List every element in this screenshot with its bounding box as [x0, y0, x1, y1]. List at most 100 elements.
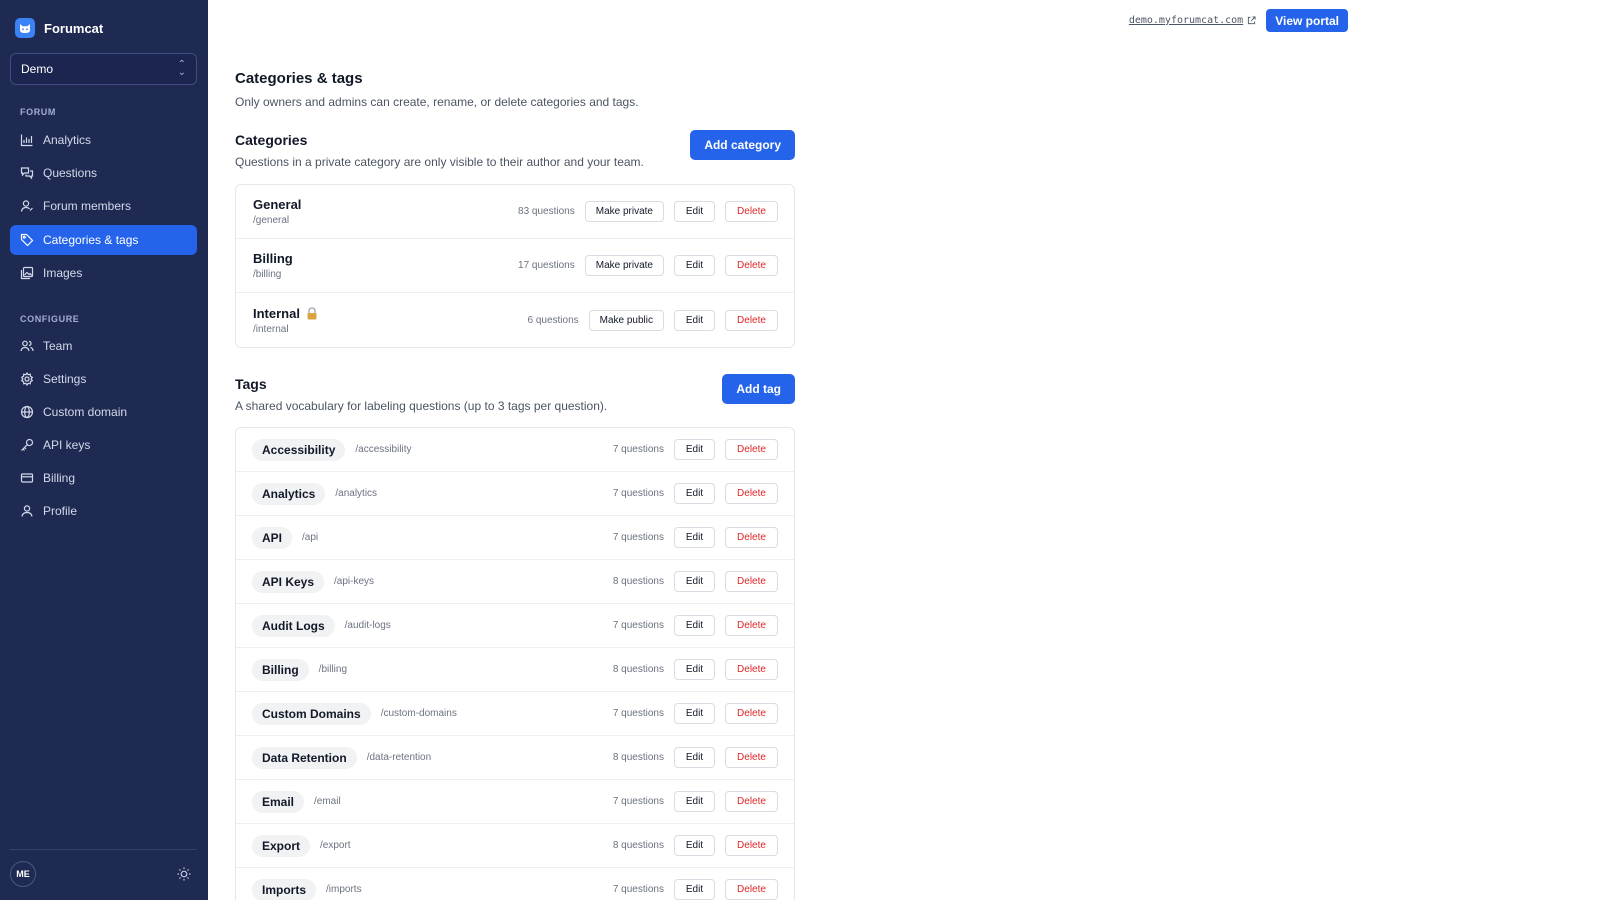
workspace-select[interactable]: Demo ⌃ ⌄ [10, 53, 197, 85]
sidebar-item-label: Settings [43, 372, 87, 386]
delete-button[interactable]: Delete [725, 201, 778, 222]
tag-slug: /api-keys [334, 576, 375, 587]
tag-name: Custom Domains [252, 702, 371, 725]
edit-button[interactable]: Edit [674, 255, 715, 276]
add-category-button[interactable]: Add category [690, 130, 795, 160]
tag-row: Audit Logs /audit-logs 7 questions Edit … [236, 604, 794, 648]
category-name: Internal [253, 305, 300, 321]
delete-button[interactable]: Delete [725, 791, 778, 812]
delete-button[interactable]: Delete [725, 615, 778, 636]
delete-button[interactable]: Delete [725, 747, 778, 768]
tag-icon [20, 233, 34, 247]
delete-button[interactable]: Delete [725, 527, 778, 548]
sidebar-item-billing[interactable]: Billing [10, 463, 197, 493]
sidebar-item-label: API keys [43, 438, 91, 452]
sidebar-item-analytics[interactable]: Analytics [10, 125, 197, 155]
delete-button[interactable]: Delete [725, 483, 778, 504]
tag-row: Data Retention /data-retention 8 questio… [236, 736, 794, 780]
delete-button[interactable]: Delete [725, 439, 778, 460]
tag-slug: /data-retention [366, 752, 432, 763]
category-name: General [253, 197, 302, 212]
user-icon [20, 200, 33, 212]
portal-domain-link[interactable]: demo.myforumcat.com [1129, 15, 1256, 26]
make-private-button[interactable]: Make private [584, 201, 664, 222]
sidebar-item-api-keys[interactable]: API keys [10, 430, 197, 460]
make-public-button[interactable]: Make public [588, 309, 664, 331]
add-tag-button[interactable]: Add tag [722, 374, 795, 404]
sidebar-item-custom-domain[interactable]: Custom domain [10, 397, 197, 427]
tag-slug: /export [320, 840, 351, 851]
tag-name: Accessibility [252, 438, 346, 461]
question-count: 6 questions [527, 314, 579, 326]
sidebar-item-settings[interactable]: Settings [10, 364, 197, 394]
edit-button[interactable]: Edit [674, 747, 715, 768]
delete-button[interactable]: Delete [725, 703, 778, 724]
sidebar-item-profile[interactable]: Profile [10, 496, 197, 526]
category-slug: /internal [253, 323, 289, 335]
edit-button[interactable]: Edit [674, 879, 715, 900]
edit-button[interactable]: Edit [674, 791, 715, 812]
tag-slug: /accessibility [355, 444, 412, 455]
question-count: 7 questions [612, 444, 664, 455]
lock-icon [307, 306, 317, 319]
question-count: 8 questions [612, 576, 664, 587]
question-count: 17 questions [518, 260, 575, 271]
question-count: 7 questions [612, 620, 664, 631]
tag-row: Accessibility /accessibility 7 questions… [236, 428, 794, 472]
make-private-button[interactable]: Make private [584, 255, 664, 276]
sidebar-item-categories-tags[interactable]: Categories & tags [10, 225, 197, 255]
delete-button[interactable]: Delete [725, 309, 778, 331]
credit-card-icon [20, 473, 34, 483]
tag-row: API Keys /api-keys 8 questions Edit Dele… [236, 560, 794, 604]
external-link-icon [1248, 16, 1256, 25]
sidebar-item-images[interactable]: Images [10, 258, 197, 288]
question-count: 8 questions [612, 664, 664, 675]
tag-slug: /imports [326, 884, 362, 895]
category-slug: /general [253, 215, 290, 226]
categories-description: Questions in a private category are only… [235, 155, 644, 169]
chat-bubbles-icon [20, 167, 34, 180]
edit-button[interactable]: Edit [674, 571, 715, 592]
edit-button[interactable]: Edit [674, 615, 715, 636]
sidebar-item-label: Categories & tags [43, 233, 139, 247]
edit-button[interactable]: Edit [674, 309, 715, 331]
sidebar-item-forum-members[interactable]: Forum members [10, 191, 197, 221]
question-count: 7 questions [612, 708, 664, 719]
delete-button[interactable]: Delete [725, 659, 778, 680]
edit-button[interactable]: Edit [674, 527, 715, 548]
tag-name: Export [252, 834, 311, 857]
sidebar-item-questions[interactable]: Questions [10, 158, 197, 188]
edit-button[interactable]: Edit [674, 201, 715, 222]
edit-button[interactable]: Edit [674, 703, 715, 724]
edit-button[interactable]: Edit [674, 835, 715, 856]
question-count: 7 questions [612, 532, 664, 543]
view-portal-button[interactable]: View portal [1266, 9, 1348, 32]
sidebar-item-team[interactable]: Team [10, 331, 197, 361]
sidebar-item-label: Team [43, 339, 73, 353]
sun-icon[interactable] [176, 866, 192, 882]
category-row: General /general 83 questions Make priva… [236, 185, 794, 239]
sidebar-divider [10, 849, 197, 850]
tag-slug: /email [314, 796, 341, 807]
avatar[interactable]: ME [10, 861, 36, 887]
tag-name: Email [252, 790, 305, 813]
edit-button[interactable]: Edit [674, 439, 715, 460]
categories-title: Categories [235, 132, 308, 148]
delete-button[interactable]: Delete [725, 571, 778, 592]
edit-button[interactable]: Edit [674, 659, 715, 680]
delete-button[interactable]: Delete [725, 879, 778, 900]
tags-description: A shared vocabulary for labeling questio… [235, 399, 608, 413]
gear-icon [20, 372, 34, 386]
forum-section-label: FORUM [20, 107, 56, 117]
question-count: 7 questions [612, 796, 664, 807]
brand[interactable]: Forumcat [15, 16, 103, 40]
tag-row: Export /export 8 questions Edit Delete [236, 824, 794, 868]
delete-button[interactable]: Delete [725, 835, 778, 856]
edit-button[interactable]: Edit [674, 483, 715, 504]
tag-slug: /audit-logs [344, 620, 391, 631]
tag-name: Audit Logs [252, 614, 335, 637]
tag-slug: /billing [318, 664, 348, 675]
sidebar-item-label: Forum members [43, 199, 132, 213]
tag-slug: /custom-domains [380, 708, 457, 719]
delete-button[interactable]: Delete [725, 255, 778, 276]
